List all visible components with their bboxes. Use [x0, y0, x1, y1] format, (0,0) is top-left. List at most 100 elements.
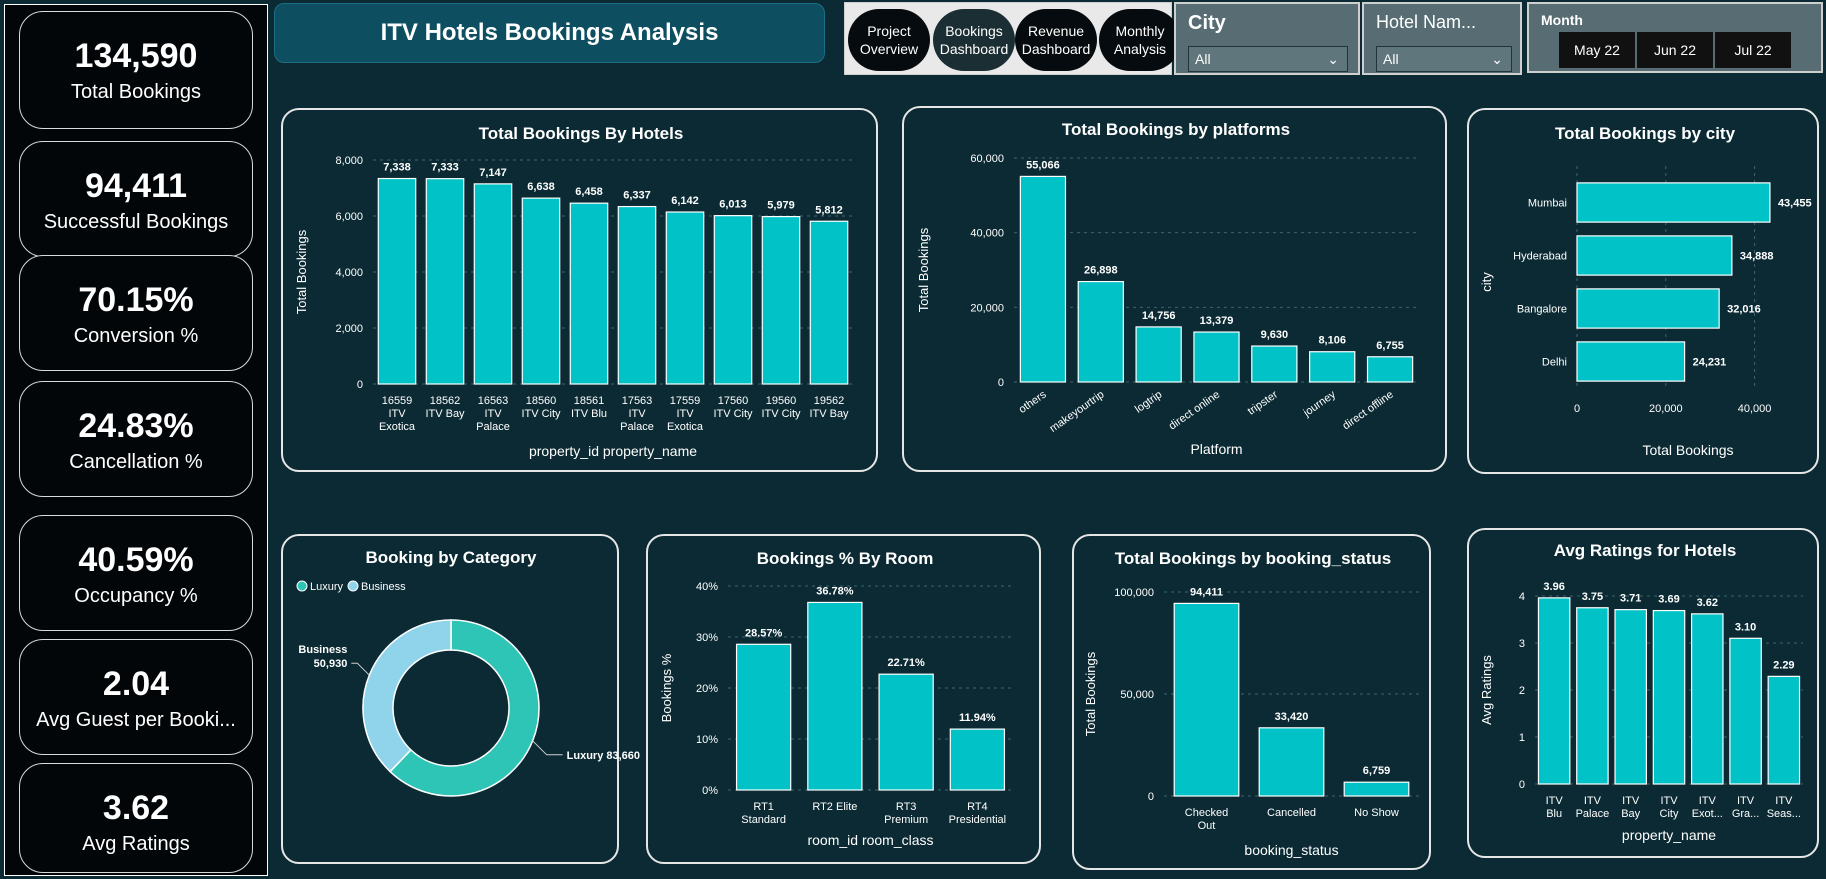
- x-tick-label: direct online: [1167, 389, 1222, 433]
- bookings-by-room-chart: Bookings % By Room 0% 10% 20% 30% 40% 28.57% RT…: [659, 549, 1013, 848]
- y-tick-label: 50,000: [1120, 689, 1154, 701]
- data-label: 36.78%: [816, 585, 854, 597]
- kpi-card-conversion: 70.15% Conversion %: [19, 255, 253, 371]
- y-tick-label: 20,000: [970, 302, 1004, 314]
- x-tick-label: 17563 ITV Palace: [620, 395, 654, 433]
- leader-line: [351, 662, 370, 676]
- kpi-label: Avg Ratings: [82, 833, 190, 856]
- data-label: 6,337: [623, 190, 651, 202]
- x-tick-label: journey: [1301, 388, 1339, 419]
- month-option-may[interactable]: May 22: [1559, 32, 1635, 68]
- y-tick-label: Hyderabad: [1513, 251, 1567, 263]
- y-tick-label: 2,000: [335, 323, 363, 335]
- leader-line: [532, 740, 563, 756]
- city-dropdown[interactable]: All ⌄: [1188, 46, 1348, 72]
- data-label: 6,458: [575, 186, 603, 198]
- data-label: 3.69: [1658, 594, 1679, 606]
- x-tick-label: RT2 Elite: [812, 801, 857, 813]
- y-tick-label: 20%: [696, 683, 718, 695]
- nav-project-overview-button[interactable]: Project Overview: [848, 9, 930, 71]
- chevron-down-icon: ⌄: [1491, 51, 1503, 67]
- data-label: 32,016: [1727, 304, 1761, 316]
- bar: [1251, 345, 1298, 383]
- x-tick-label: Cancelled: [1267, 807, 1316, 819]
- bar: [735, 643, 792, 791]
- month-option-jul[interactable]: Jul 22: [1715, 32, 1791, 68]
- kpi-card-successful-bookings: 94,411 Successful Bookings: [19, 141, 253, 257]
- x-tick-label: 18560 ITV City: [521, 395, 561, 420]
- legend-label: Business: [361, 581, 406, 593]
- legend-label: Luxury: [310, 581, 344, 593]
- hotel-slicer-title: Hotel Nam...: [1376, 12, 1477, 32]
- x-tick-label: 16559 ITV Exotica: [379, 395, 416, 433]
- bar: [1576, 288, 1720, 329]
- kpi-card-avg-guest: 2.04 Avg Guest per Booki...: [19, 639, 253, 755]
- kpi-value: 70.15%: [78, 281, 194, 319]
- y-tick-label: 30%: [696, 632, 718, 644]
- bar: [1193, 331, 1240, 383]
- month-slicer-title: Month: [1541, 12, 1583, 28]
- data-label: 13,379: [1200, 315, 1234, 327]
- bookings-by-platforms-chart: Total Bookings by platforms 0 20,000 40,000…: [916, 120, 1419, 457]
- y-tick-label: 4,000: [335, 267, 363, 279]
- x-axis-label: property_id property_name: [529, 443, 697, 459]
- bookings-by-hotels-chart: Total Bookings By Hotels 0 2,000 4,000 6,000…: [294, 124, 853, 459]
- nav-label: Overview: [859, 41, 919, 57]
- bookings-by-city-chart: Total Bookings by city 0 20,000 40,000 43,45…: [1479, 124, 1812, 458]
- chart-title: Total Bookings By Hotels: [479, 124, 684, 143]
- bar: [1077, 280, 1124, 383]
- city-dropdown-value: All: [1195, 51, 1211, 67]
- legend-marker: [296, 580, 308, 592]
- data-label: 14,756: [1142, 310, 1176, 322]
- bar: [569, 202, 609, 385]
- bar: [521, 197, 561, 385]
- x-tick-label: 18562 ITV Bay: [425, 395, 465, 420]
- hotel-dropdown[interactable]: All ⌄: [1376, 46, 1512, 72]
- nav-bookings-dashboard-button[interactable]: Bookings Dashboard: [933, 9, 1015, 71]
- data-label: Business 50,930: [298, 644, 347, 670]
- data-label: 9,630: [1261, 329, 1289, 341]
- x-tick-label: others: [1017, 388, 1049, 416]
- data-label: 11.94%: [959, 712, 996, 724]
- x-tick-label: ITV Gra...: [1732, 795, 1760, 820]
- chart-card-ratings: Avg Ratings for Hotels 0 1 2 3 4 3.96 ITV Blu 3.7…: [1467, 528, 1819, 858]
- bar: [1614, 609, 1648, 785]
- nav-monthly-analysis-button[interactable]: Monthly Analysis: [1099, 9, 1181, 71]
- kpi-value: 2.04: [102, 665, 170, 703]
- data-label: 22.71%: [887, 657, 925, 669]
- data-label: 5,812: [815, 204, 843, 216]
- x-tick-label: 20,000: [1649, 403, 1683, 415]
- data-label: 3.62: [1697, 597, 1718, 609]
- x-tick-label: 17559 ITV Exotica: [667, 395, 704, 433]
- y-tick-label: 10%: [696, 734, 718, 746]
- kpi-card-avg-ratings: 3.62 Avg Ratings: [19, 763, 253, 873]
- nav-label: Project: [867, 22, 911, 39]
- data-label: 24,231: [1693, 357, 1727, 369]
- nav-bar: Project Overview Bookings Dashboard Revenu…: [844, 2, 1181, 75]
- chart-title: Total Bookings by booking_status: [1115, 549, 1391, 568]
- nav-revenue-dashboard-button[interactable]: Revenue Dashboard: [1015, 9, 1097, 71]
- month-slicer: Month May 22 Jun 22 Jul 22: [1527, 2, 1823, 73]
- data-label: 33,420: [1275, 711, 1309, 723]
- month-option-jun[interactable]: Jun 22: [1637, 32, 1713, 68]
- x-tick-label: 16563 ITV Palace: [476, 395, 510, 433]
- bar: [377, 177, 417, 385]
- x-tick-label: 17560 ITV City: [713, 395, 753, 420]
- y-axis-label: Bookings %: [659, 653, 674, 722]
- data-label: 6,013: [719, 199, 747, 211]
- y-tick-label: Delhi: [1542, 357, 1567, 369]
- y-axis-label: Avg Ratings: [1479, 655, 1494, 725]
- bar: [1366, 356, 1414, 383]
- kpi-value: 3.62: [102, 789, 170, 827]
- y-tick-label: 0: [357, 379, 363, 391]
- bar: [1309, 351, 1356, 383]
- x-tick-label: 0: [1574, 403, 1580, 415]
- bar: [1019, 175, 1067, 383]
- x-tick-label: ITV City: [1660, 795, 1679, 820]
- y-tick-label: 2: [1519, 685, 1525, 697]
- donut-slice: [362, 619, 452, 773]
- bar: [617, 205, 657, 385]
- city-slicer: City All ⌄: [1174, 2, 1360, 75]
- data-label: 3.71: [1620, 593, 1641, 605]
- booking-by-category-chart: Booking by Category Luxury Business Luxury …: [296, 548, 640, 797]
